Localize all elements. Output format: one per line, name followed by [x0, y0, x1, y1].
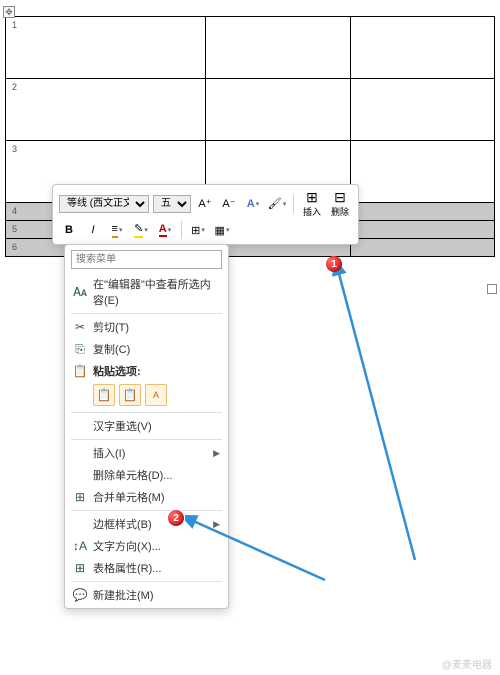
menu-lookup[interactable]: 🗛在"编辑器"中查看所选内容(E) [65, 273, 228, 311]
table-resize-handle[interactable] [487, 284, 497, 294]
separator [71, 412, 222, 413]
separator [71, 581, 222, 582]
text-direction-icon: ↕A [71, 539, 89, 553]
menu-delete-cells[interactable]: 删除单元格(D)... [65, 464, 228, 486]
cell[interactable] [350, 17, 494, 79]
font-size-select[interactable]: 五号 [153, 195, 191, 213]
table-properties-icon: ⊞ [71, 561, 89, 575]
menu-merge-cells[interactable]: ⊞合并单元格(M) [65, 486, 228, 508]
align-button[interactable]: ▦▾ [212, 220, 232, 240]
paste-icon: 📋 [71, 364, 89, 378]
menu-cut[interactable]: ✂剪切(T) [65, 316, 228, 338]
chevron-right-icon: ▶ [213, 519, 220, 530]
cell[interactable] [350, 221, 494, 239]
callout-2: 2 [168, 510, 184, 526]
bold-button[interactable]: B [59, 220, 79, 240]
menu-paste-options: 📋粘贴选项: [65, 360, 228, 382]
menu-border-style[interactable]: 边框样式(B)▶ [65, 513, 228, 535]
context-menu: 🗛在"编辑器"中查看所选内容(E) ✂剪切(T) ⎘复制(C) 📋粘贴选项: 📋… [64, 244, 229, 609]
cell: 3 [12, 144, 17, 154]
cut-icon: ✂ [71, 320, 89, 334]
menu-text-direction[interactable]: ↕A文字方向(X)... [65, 535, 228, 557]
table-move-handle[interactable]: ✥ [3, 6, 15, 18]
menu-new-comment[interactable]: 💬新建批注(M) [65, 584, 228, 606]
cell: 6 [12, 242, 17, 252]
cell: 1 [12, 20, 17, 30]
italic-button[interactable]: I [83, 220, 103, 240]
cell[interactable] [350, 141, 494, 203]
borders-button[interactable]: ⊞▾ [188, 220, 208, 240]
separator [71, 510, 222, 511]
cell[interactable] [350, 239, 494, 257]
copy-icon: ⎘ [71, 342, 89, 357]
chevron-right-icon: ▶ [213, 448, 220, 459]
separator [181, 221, 182, 239]
underline-button[interactable]: ≡▾ [107, 220, 127, 240]
font-style-button[interactable]: A▾ [243, 194, 263, 214]
menu-search-input[interactable] [71, 250, 222, 269]
separator [293, 195, 294, 213]
cell: 4 [12, 206, 17, 216]
menu-insert[interactable]: 插入(I)▶ [65, 442, 228, 464]
insert-split-button[interactable]: ⊞插入 [300, 189, 324, 218]
shrink-font-button[interactable]: A⁻ [219, 194, 239, 214]
cell[interactable] [350, 203, 494, 221]
font-name-select[interactable]: 等线 (西文正文) [59, 195, 149, 213]
cell[interactable] [350, 79, 494, 141]
table-row[interactable]: 1 [6, 17, 495, 79]
cell: 2 [12, 82, 17, 92]
cell[interactable] [206, 17, 350, 79]
menu-ime-reconvert[interactable]: 汉字重选(V) [65, 415, 228, 437]
comment-icon: 💬 [71, 588, 89, 602]
highlight-button[interactable]: ✎▾ [131, 220, 151, 240]
paste-keep-source-button[interactable]: 📋 [93, 384, 115, 406]
table-row[interactable]: 2 [6, 79, 495, 141]
format-painter-button[interactable]: 🖌▾ [267, 194, 287, 214]
watermark: @麦麦电器 [442, 656, 492, 671]
font-color-button[interactable]: A▾ [155, 220, 175, 240]
paste-merge-button[interactable]: 📋 [119, 384, 141, 406]
cell[interactable] [206, 79, 350, 141]
callout-1: 1 [326, 256, 342, 272]
cell: 5 [12, 224, 17, 234]
menu-table-properties[interactable]: ⊞表格属性(R)... [65, 557, 228, 579]
mini-toolbar: 等线 (西文正文) 五号 A⁺ A⁻ A▾ 🖌▾ ⊞插入 ⊟删除 B I ≡▾ … [52, 184, 359, 245]
menu-copy[interactable]: ⎘复制(C) [65, 338, 228, 360]
grow-font-button[interactable]: A⁺ [195, 194, 215, 214]
lookup-icon: 🗛 [71, 285, 89, 300]
merge-icon: ⊞ [71, 490, 89, 504]
paste-text-button[interactable]: A [145, 384, 167, 406]
delete-split-button[interactable]: ⊟删除 [328, 189, 352, 218]
separator [71, 439, 222, 440]
separator [71, 313, 222, 314]
